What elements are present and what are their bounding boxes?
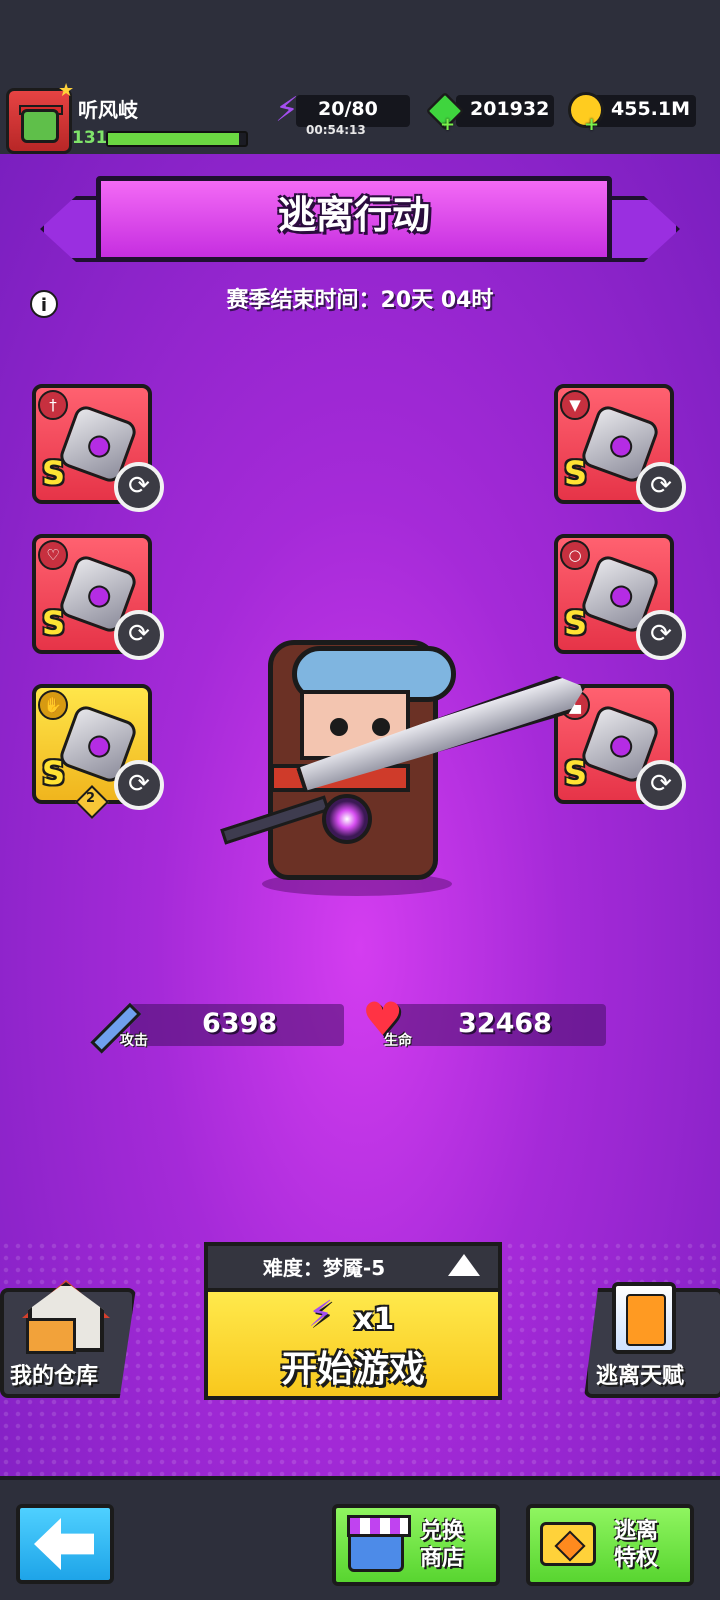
hp-label: 生命	[384, 1033, 412, 1049]
box-icon	[26, 1318, 76, 1354]
rank-badge: S	[564, 454, 588, 492]
character-eye-left	[330, 718, 348, 736]
item-level-value: 2	[86, 791, 96, 806]
rank-badge: S	[42, 604, 66, 642]
ring-type-icon: ○	[560, 540, 590, 570]
lightning-icon: ⚡	[275, 90, 299, 130]
escape-privilege-label-line1: 逃离	[614, 1519, 659, 1544]
privilege-gem-icon	[540, 1522, 596, 1566]
swap-necklace-icon[interactable]: ⟳	[114, 610, 164, 660]
necklace-type-icon: ♡	[38, 540, 68, 570]
escape-privilege-label-line2: 特权	[614, 1546, 659, 1571]
weapon-type-icon: †	[38, 390, 68, 420]
energy-value: 20/80	[318, 98, 378, 120]
swap-armor-icon[interactable]: ⟳	[636, 462, 686, 512]
swap-gloves-icon[interactable]: ⟳	[114, 760, 164, 810]
event-title: 逃离行动	[277, 193, 430, 237]
status-bar-area	[0, 0, 720, 80]
exchange-shop-label-line1: 兑换	[420, 1519, 465, 1544]
rank-badge: S	[42, 754, 66, 792]
hp-value: 32468	[458, 1008, 552, 1039]
character-eye-right	[372, 718, 390, 736]
energy-timer: 00:54:13	[306, 123, 366, 137]
talent-label: 逃离天赋	[596, 1364, 685, 1389]
add-gems-icon[interactable]: +	[440, 114, 455, 135]
add-coins-icon[interactable]: +	[584, 114, 599, 135]
xp-bar	[106, 131, 248, 147]
talent-card-icon	[612, 1282, 676, 1354]
swap-boots-icon[interactable]: ⟳	[636, 760, 686, 810]
player-level: 131	[72, 128, 108, 148]
chevron-up-icon[interactable]	[448, 1254, 480, 1276]
attack-value: 6398	[202, 1008, 278, 1039]
swap-ring-icon[interactable]: ⟳	[636, 610, 686, 660]
warehouse-label: 我的仓库	[10, 1364, 99, 1389]
gem-value: 201932	[470, 98, 550, 120]
shop-icon	[347, 1515, 411, 1572]
glove-type-icon: ✋	[38, 690, 68, 720]
player-name: 听风岐	[78, 98, 138, 122]
start-cost: x1	[354, 1302, 395, 1337]
start-game-label: 开始游戏	[280, 1349, 425, 1390]
rank-badge: S	[564, 604, 588, 642]
swap-weapon-icon[interactable]: ⟳	[114, 462, 164, 512]
exchange-shop-label-line2: 商店	[420, 1546, 465, 1571]
lightning-icon: ⚡	[308, 1294, 334, 1335]
coin-value: 455.1M	[611, 98, 691, 120]
avatar-face	[21, 109, 59, 143]
xp-bar-fill	[108, 133, 240, 145]
attack-label: 攻击	[120, 1033, 148, 1049]
season-end-time: 赛季结束时间：20天 04时	[226, 288, 494, 313]
difficulty-label: 难度：梦魇-5	[262, 1256, 386, 1280]
crown-icon: ★	[58, 80, 75, 101]
rank-badge: S	[42, 454, 66, 492]
armor-type-icon: ▼	[560, 390, 590, 420]
sword-gem	[322, 794, 372, 844]
rank-badge: S	[564, 754, 588, 792]
